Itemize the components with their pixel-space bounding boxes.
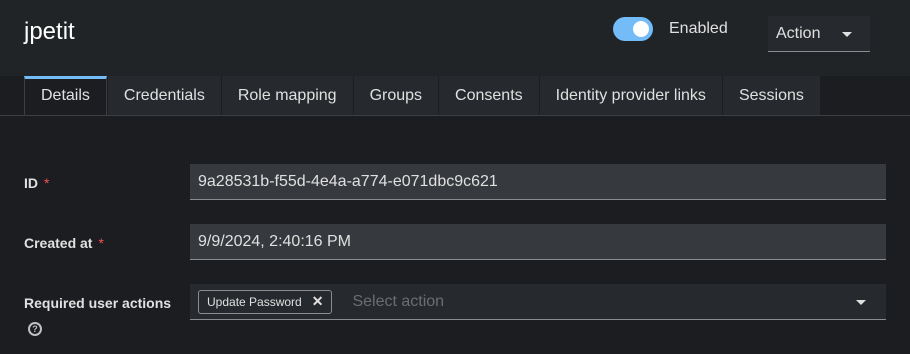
chip-update-password: Update Password ✕	[198, 289, 333, 314]
required-marker: *	[44, 175, 50, 191]
select-placeholder[interactable]: Select action	[352, 293, 444, 311]
id-label-text: ID	[24, 175, 38, 191]
tab-identity-provider-links[interactable]: Identity provider links	[538, 76, 722, 116]
tab-credentials[interactable]: Credentials	[106, 76, 221, 116]
page-title: jpetit	[24, 18, 75, 45]
action-dropdown[interactable]: Action	[768, 16, 870, 52]
chevron-down-icon	[842, 32, 852, 37]
tab-role-mapping[interactable]: Role mapping	[220, 76, 353, 116]
id-value: 9a28531b-f55d-4e4a-a774-e071dbc9c621	[198, 172, 498, 190]
page-header: jpetit Enabled Action	[0, 0, 910, 76]
tab-details[interactable]: Details	[24, 76, 107, 116]
tab-sessions[interactable]: Sessions	[721, 76, 820, 116]
enabled-toggle[interactable]	[613, 17, 653, 41]
help-icon[interactable]: ?	[28, 322, 42, 336]
tab-groups[interactable]: Groups	[352, 76, 439, 116]
id-field[interactable]: 9a28531b-f55d-4e4a-a774-e071dbc9c621	[190, 164, 886, 200]
id-label: ID *	[24, 175, 49, 191]
required-marker: *	[98, 235, 104, 251]
created-at-value: 9/9/2024, 2:40:16 PM	[198, 232, 351, 250]
tab-consents[interactable]: Consents	[438, 76, 539, 116]
enabled-label: Enabled	[669, 20, 728, 37]
chevron-down-icon[interactable]	[856, 300, 866, 305]
chip-label: Update Password	[207, 294, 302, 309]
action-dropdown-label: Action	[776, 24, 821, 42]
toggle-knob	[633, 21, 649, 37]
tab-bar: Details Credentials Role mapping Groups …	[24, 76, 820, 116]
close-icon[interactable]: ✕	[312, 293, 324, 310]
created-at-label-text: Created at	[24, 235, 93, 251]
tab-divider	[0, 115, 910, 116]
required-actions-select[interactable]: Update Password ✕ Select action	[190, 284, 886, 320]
created-at-label: Created at *	[24, 235, 104, 251]
created-at-field[interactable]: 9/9/2024, 2:40:16 PM	[190, 224, 886, 260]
required-actions-label: Required user actions	[24, 295, 172, 311]
